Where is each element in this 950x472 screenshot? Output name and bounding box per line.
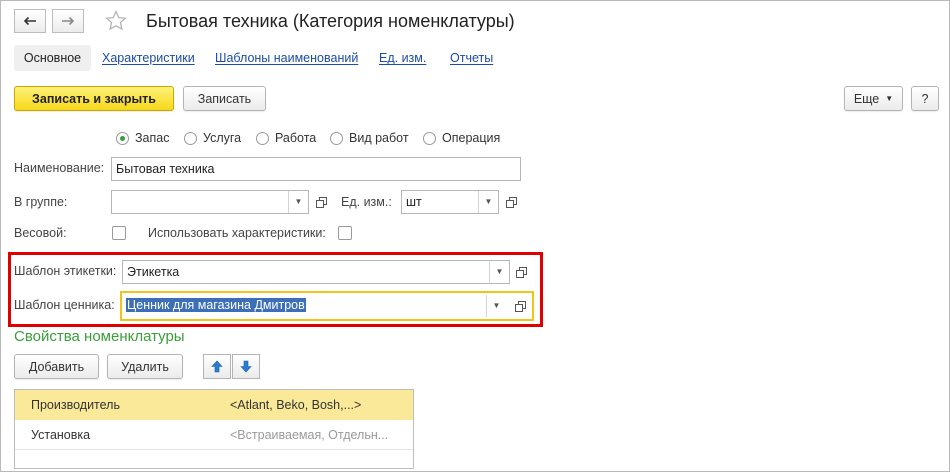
radio-work-type[interactable]: Вид работ bbox=[330, 129, 409, 147]
move-down-button[interactable] bbox=[232, 354, 260, 379]
open-window-icon bbox=[515, 266, 527, 278]
arrow-down-icon bbox=[240, 360, 252, 373]
group-input[interactable]: ▼ bbox=[111, 190, 309, 214]
group-label: В группе: bbox=[14, 195, 68, 209]
property-name: Производитель bbox=[31, 398, 120, 412]
dropdown-arrow-icon[interactable]: ▼ bbox=[486, 295, 506, 317]
add-property-button[interactable]: Добавить bbox=[14, 354, 99, 379]
help-button[interactable]: ? bbox=[911, 86, 939, 111]
more-label: Еще bbox=[853, 91, 880, 106]
properties-section-title: Свойства номенклатуры bbox=[14, 328, 185, 345]
radio-label: Услуга bbox=[203, 131, 242, 145]
radio-work[interactable]: Работа bbox=[256, 129, 316, 147]
delete-property-button[interactable]: Удалить bbox=[107, 354, 183, 379]
price-tag-open-button[interactable] bbox=[510, 294, 530, 318]
name-input[interactable]: Бытовая техника bbox=[111, 157, 521, 181]
radio-service[interactable]: Услуга bbox=[184, 129, 241, 147]
unit-input[interactable]: шт ▼ bbox=[401, 190, 499, 214]
label-template-value: Этикетка bbox=[127, 265, 180, 279]
use-characteristics-label: Использовать характеристики: bbox=[148, 226, 326, 240]
forward-button[interactable] bbox=[52, 9, 84, 33]
dropdown-arrow-icon[interactable]: ▼ bbox=[478, 191, 498, 213]
radio-icon bbox=[184, 131, 197, 145]
property-name: Установка bbox=[31, 428, 91, 442]
tab-name-templates[interactable]: Шаблоны наименований bbox=[215, 45, 358, 71]
radio-icon bbox=[330, 131, 343, 145]
tab-units[interactable]: Ед. изм. bbox=[379, 45, 426, 71]
property-value: <Atlant, Beko, Bosh,...> bbox=[230, 398, 362, 412]
arrow-up-icon bbox=[211, 360, 223, 373]
open-window-icon bbox=[505, 196, 517, 208]
unit-label: Ед. изм.: bbox=[341, 195, 392, 209]
group-open-button[interactable] bbox=[311, 190, 331, 214]
unit-value: шт bbox=[406, 195, 422, 209]
label-template-open-button[interactable] bbox=[511, 260, 531, 284]
radio-selected-icon bbox=[116, 131, 129, 145]
favorite-star-icon[interactable] bbox=[104, 9, 128, 36]
properties-table: Производитель <Atlant, Beko, Bosh,...> У… bbox=[14, 389, 414, 469]
weight-checkbox[interactable] bbox=[112, 226, 126, 240]
radio-label: Вид работ bbox=[349, 131, 409, 145]
price-tag-template-label: Шаблон ценника: bbox=[14, 298, 115, 312]
radio-label: Операция bbox=[442, 131, 501, 145]
arrow-right-icon bbox=[62, 16, 75, 26]
window-title: Бытовая техника (Категория номенклатуры) bbox=[146, 11, 515, 31]
label-template-label: Шаблон этикетки: bbox=[14, 264, 117, 278]
back-button[interactable] bbox=[14, 9, 46, 33]
table-row[interactable]: Производитель <Atlant, Beko, Bosh,...> bbox=[15, 390, 413, 420]
tab-main[interactable]: Основное bbox=[14, 45, 91, 71]
unit-open-button[interactable] bbox=[501, 190, 521, 214]
price-tag-template-input[interactable]: Ценник для магазина Дмитров ▼ bbox=[120, 291, 534, 321]
arrow-left-icon bbox=[23, 16, 36, 26]
chevron-down-icon: ▼ bbox=[885, 94, 894, 103]
move-up-button[interactable] bbox=[203, 354, 231, 379]
table-row[interactable]: Установка <Встраиваемая, Отдельн... bbox=[15, 420, 413, 450]
save-and-close-button[interactable]: Записать и закрыть bbox=[14, 86, 174, 111]
dropdown-arrow-icon[interactable]: ▼ bbox=[489, 261, 509, 283]
property-value: <Встраиваемая, Отдельн... bbox=[230, 428, 389, 442]
radio-stock[interactable]: Запас bbox=[116, 129, 169, 147]
radio-icon bbox=[256, 131, 269, 145]
label-template-input[interactable]: Этикетка ▼ bbox=[122, 260, 510, 284]
open-window-icon bbox=[315, 196, 327, 208]
radio-icon bbox=[423, 131, 436, 145]
price-tag-template-value: Ценник для магазина Дмитров bbox=[126, 298, 306, 312]
weight-label: Весовой: bbox=[14, 226, 67, 240]
dropdown-arrow-icon[interactable]: ▼ bbox=[288, 191, 308, 213]
name-label: Наименование: bbox=[14, 161, 105, 175]
radio-label: Работа bbox=[275, 131, 317, 145]
more-button[interactable]: Еще ▼ bbox=[844, 86, 903, 111]
radio-operation[interactable]: Операция bbox=[423, 129, 500, 147]
tab-characteristics[interactable]: Характеристики bbox=[102, 45, 195, 71]
tab-reports[interactable]: Отчеты bbox=[450, 45, 493, 71]
use-characteristics-checkbox[interactable] bbox=[338, 226, 352, 240]
radio-label: Запас bbox=[135, 131, 170, 145]
form-window: Бытовая техника (Категория номенклатуры)… bbox=[0, 0, 950, 472]
open-window-icon bbox=[514, 300, 526, 312]
save-button[interactable]: Записать bbox=[183, 86, 266, 111]
